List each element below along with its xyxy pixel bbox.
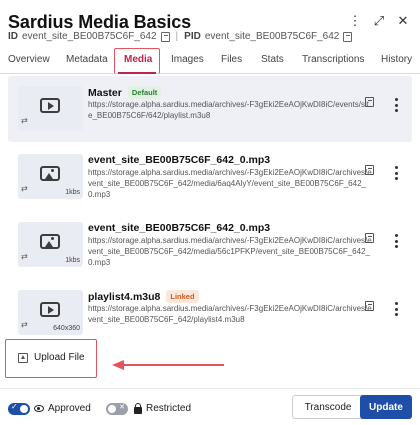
linked-badge: Linked: [166, 290, 199, 303]
copy-url-icon[interactable]: [365, 97, 374, 107]
media-thumbnail: ⇄ 640x360: [18, 290, 83, 335]
tab-highlight-box: [114, 48, 160, 74]
media-item-mp3-1[interactable]: ⇄ 1kbs event_site_BE00B75C6F_642_0.mp3 h…: [8, 144, 412, 210]
tab-history[interactable]: History: [381, 54, 412, 65]
link-icon: ⇄: [21, 320, 28, 329]
link-icon: ⇄: [21, 184, 28, 193]
media-title: playlist4.m3u8 Linked: [88, 290, 199, 303]
copy-url-icon[interactable]: [365, 233, 374, 243]
active-tab-indicator: [118, 72, 156, 74]
media-thumbnail: ⇄ 1kbs: [18, 222, 83, 267]
bitrate-label: 1kbs: [65, 257, 80, 264]
tab-overview[interactable]: Overview: [8, 54, 50, 65]
id-row: ID event_site_BE00B75C6F_642 | PID event…: [8, 31, 353, 42]
copy-id-icon[interactable]: [160, 31, 170, 42]
default-badge: Default: [127, 86, 162, 99]
more-vertical-icon[interactable]: ⋮: [348, 14, 362, 28]
expand-icon[interactable]: ⤢: [372, 14, 386, 28]
close-icon[interactable]: ✕: [396, 14, 410, 28]
media-name: event_site_BE00B75C6F_642_0.mp3: [88, 222, 271, 234]
pid-value: event_site_BE00B75C6F_642: [204, 31, 340, 42]
media-title: event_site_BE00B75C6F_642_0.mp3: [88, 222, 270, 234]
resolution-label: 640x360: [53, 325, 80, 332]
media-url: https://storage.alpha.sardius.media/arch…: [88, 168, 372, 199]
media-name: playlist4.m3u8: [88, 290, 161, 303]
tab-bar: Overview Metadata Media Images Files Sta…: [0, 48, 420, 74]
tab-files[interactable]: Files: [221, 54, 242, 65]
media-name: Master: [88, 86, 122, 99]
modal-header: Sardius Media Basics ⋮ ⤢ ✕ ID event_site…: [0, 0, 420, 48]
tab-transcriptions[interactable]: Transcriptions: [302, 54, 364, 65]
transcode-button[interactable]: Transcode: [292, 395, 364, 419]
media-thumbnail: ⇄: [18, 86, 83, 131]
image-icon: [40, 234, 60, 249]
media-url: https://storage.alpha.sardius.media/arch…: [88, 304, 372, 324]
id-value: event_site_BE00B75C6F_642: [22, 31, 157, 42]
more-vertical-icon[interactable]: [394, 234, 398, 248]
more-vertical-icon[interactable]: [394, 302, 398, 316]
media-name: event_site_BE00B75C6F_642_0.mp3: [88, 154, 271, 166]
update-button[interactable]: Update: [360, 395, 412, 419]
annotation-arrow: [112, 360, 224, 370]
media-title: Master Default: [88, 86, 162, 99]
play-icon: [40, 98, 60, 113]
approved-label: Approved: [48, 403, 91, 414]
image-icon: [40, 166, 60, 181]
media-url: https://storage.alpha.sardius.media/arch…: [88, 100, 370, 120]
copy-pid-icon[interactable]: [343, 31, 353, 42]
media-thumbnail: ⇄ 1kbs: [18, 154, 83, 199]
media-item-mp3-2[interactable]: ⇄ 1kbs event_site_BE00B75C6F_642_0.mp3 h…: [8, 212, 412, 278]
link-icon: ⇄: [21, 116, 28, 125]
restricted-label-group: Restricted: [134, 402, 192, 414]
bitrate-label: 1kbs: [65, 189, 80, 196]
header-actions: ⋮ ⤢ ✕: [348, 14, 410, 28]
id-label: ID: [8, 31, 18, 42]
media-title: event_site_BE00B75C6F_642_0.mp3: [88, 154, 270, 166]
copy-url-icon[interactable]: [365, 301, 374, 311]
play-icon: [40, 302, 60, 317]
page-title: Sardius Media Basics: [8, 12, 192, 32]
more-vertical-icon[interactable]: [394, 98, 398, 112]
link-icon: ⇄: [21, 252, 28, 261]
approved-label-group: Approved: [34, 403, 91, 414]
pid-label: PID: [184, 31, 201, 42]
upload-file-label: Upload File: [34, 352, 85, 363]
approved-toggle[interactable]: [8, 402, 30, 415]
divider: |: [175, 31, 179, 42]
lock-icon: [134, 402, 142, 414]
restricted-label: Restricted: [146, 403, 192, 414]
restricted-toggle[interactable]: [106, 403, 128, 415]
upload-icon: [18, 352, 28, 363]
media-item-playlist4[interactable]: ⇄ 640x360 playlist4.m3u8 Linked https://…: [8, 280, 412, 346]
media-item-master[interactable]: ⇄ Master Default https://storage.alpha.s…: [8, 76, 412, 142]
upload-file-button[interactable]: Upload File: [18, 352, 85, 363]
tab-stats[interactable]: Stats: [261, 54, 284, 65]
tab-images[interactable]: Images: [171, 54, 204, 65]
media-url: https://storage.alpha.sardius.media/arch…: [88, 236, 372, 267]
tab-metadata[interactable]: Metadata: [66, 54, 108, 65]
copy-url-icon[interactable]: [365, 165, 374, 175]
eye-icon: [34, 405, 44, 412]
more-vertical-icon[interactable]: [394, 166, 398, 180]
